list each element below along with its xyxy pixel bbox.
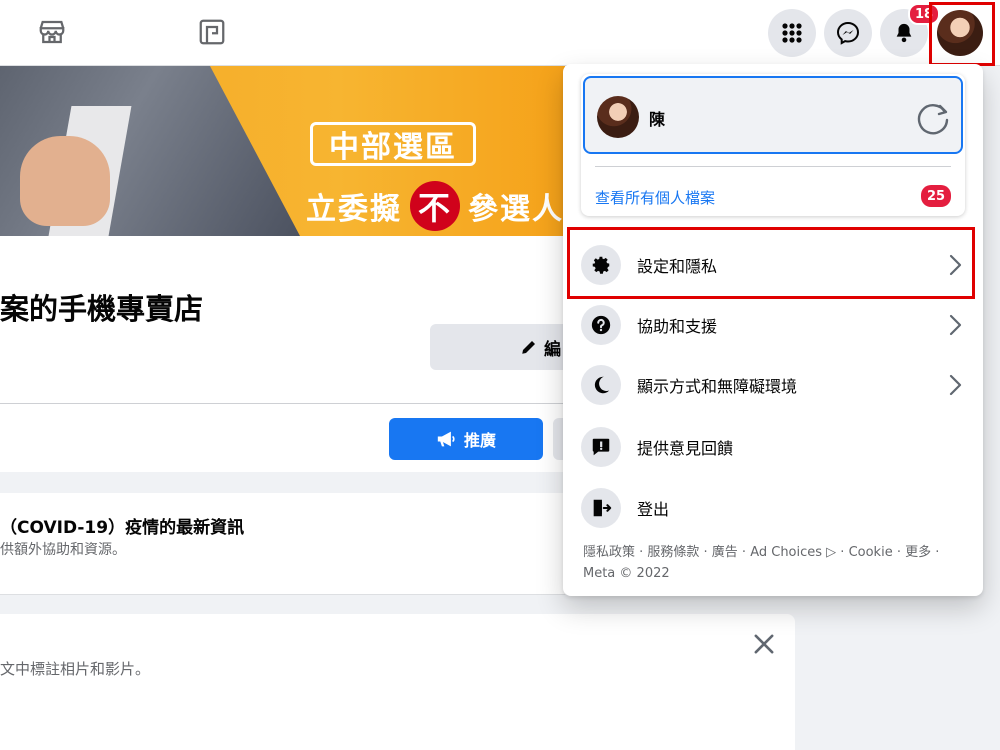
menu-item-display-accessibility[interactable]: 顯示方式和無障礙環境 [573, 356, 973, 414]
menu-item-logout[interactable]: 登出 [573, 479, 973, 537]
profiles-count-badge: 25 [921, 185, 952, 207]
cover-headline-right: 參選人 [468, 192, 564, 227]
menu-item-help-support[interactable]: 協助和支援 [573, 296, 973, 354]
megaphone-icon [437, 431, 455, 447]
feedback-icon [581, 427, 621, 467]
footer-links[interactable]: 隱私政策 · 服務條款 · 廣告 · Ad Choices ▷ · Cookie… [583, 542, 973, 584]
messenger-icon [836, 21, 860, 45]
messenger-button[interactable] [824, 9, 872, 57]
cover-headline-left: 立委擬 [306, 192, 402, 227]
edit-button-label: 編 [544, 339, 561, 360]
profile-name: 陳 [649, 110, 666, 129]
covid-card-subtitle: 供額外協助和資源。 [0, 542, 126, 558]
menu-item-label: 提供意見回饋 [637, 439, 734, 458]
view-all-profiles-link[interactable]: 查看所有個人檔案 [595, 187, 715, 208]
moon-icon [581, 365, 621, 405]
covid-card-title: （COVID-19）疫情的最新資訊 [0, 518, 245, 538]
covid-info-card[interactable]: （COVID-19）疫情的最新資訊 供額外協助和資源。 [0, 493, 565, 595]
gaming-icon[interactable] [196, 14, 228, 50]
menu-item-label: 協助和支援 [637, 317, 718, 336]
promote-button[interactable]: 推廣 [389, 418, 543, 460]
cover-region-text: 中部選區 [310, 122, 476, 166]
chevron-right-icon [949, 314, 962, 336]
tag-suggestion-card: 文中標註相片和影片。 [0, 614, 795, 750]
page-title: 案的手機專賣店 [0, 292, 204, 326]
profile-separator [595, 166, 951, 167]
menu-item-label: 顯示方式和無障礙環境 [637, 377, 798, 396]
profile-avatar [597, 96, 639, 138]
account-menu-dropdown: 陳 查看所有個人檔案 25 設定和隱私 協助和支援 顯示方式和無障礙環境 提供意… [563, 64, 983, 596]
edit-button[interactable]: 編 [430, 324, 570, 370]
menu-item-give-feedback[interactable]: 提供意見回饋 [573, 418, 973, 476]
pencil-icon [522, 341, 535, 354]
switch-profile-icon[interactable] [913, 98, 953, 138]
cover-headline: 立委擬 不 參選人 [306, 181, 564, 231]
header-divider [0, 403, 565, 404]
chevron-right-icon [949, 374, 962, 396]
logout-icon [581, 488, 621, 528]
marketplace-icon[interactable] [36, 14, 68, 50]
menu-grid-button[interactable] [768, 9, 816, 57]
menu-item-label: 登出 [637, 500, 670, 519]
grid-icon [782, 23, 802, 43]
cover-thumbs-up-graphic [20, 136, 110, 226]
profile-card: 陳 查看所有個人檔案 25 [581, 74, 965, 216]
profile-row[interactable]: 陳 [583, 76, 963, 154]
promote-button-label: 推廣 [463, 431, 496, 450]
tag-card-subtitle: 文中標註相片和影片。 [0, 660, 151, 678]
cover-photo: 中部選區 立委擬 不 參選人 [0, 66, 565, 236]
avatar-highlight-box [929, 2, 995, 66]
bell-icon [896, 23, 912, 43]
close-icon[interactable] [750, 630, 778, 658]
question-icon [581, 305, 621, 345]
top-navigation-bar: 18 [0, 0, 1000, 66]
settings-highlight-box [567, 227, 975, 299]
cover-headline-mark: 不 [410, 181, 460, 231]
